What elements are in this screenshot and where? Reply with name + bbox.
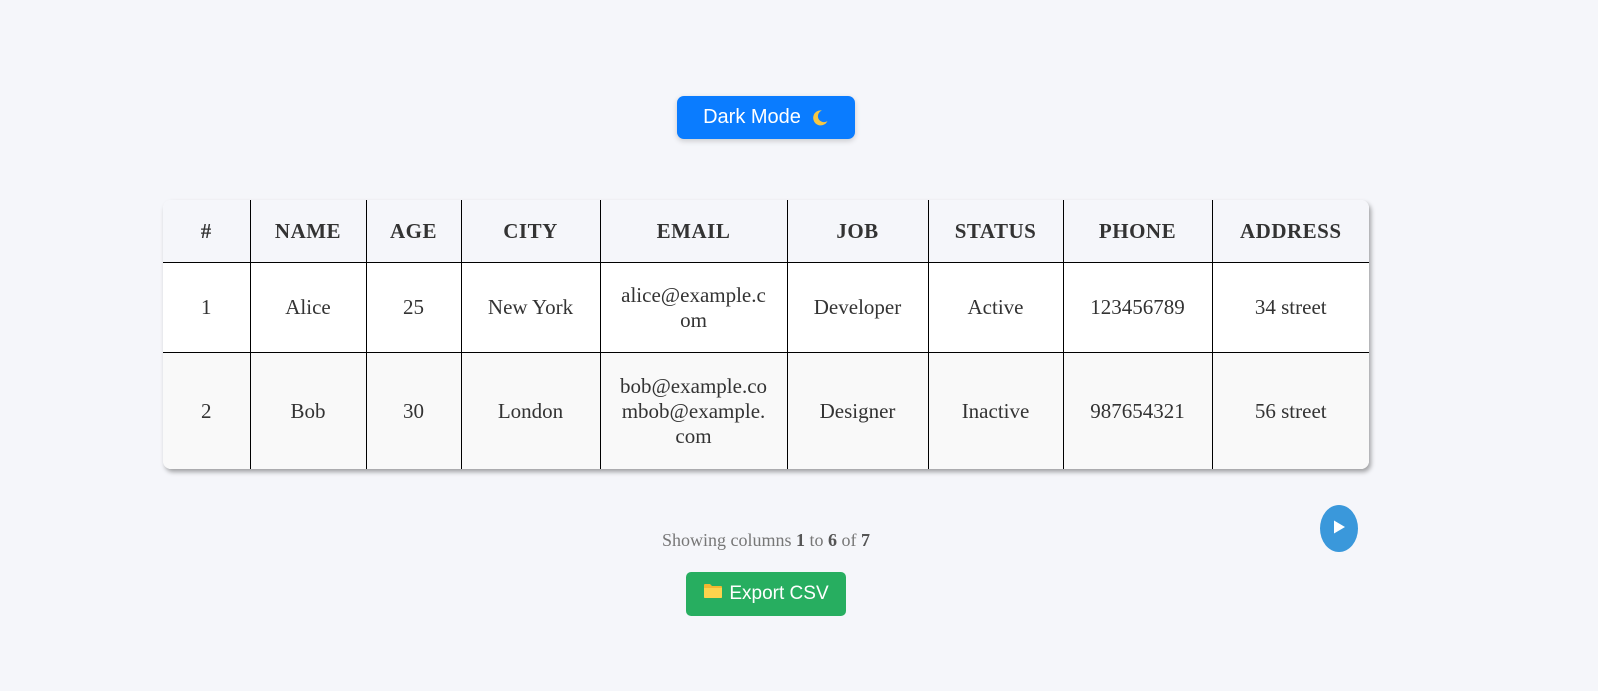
column-header-age[interactable]: AGE	[366, 200, 462, 263]
table-row: 1 Alice 25 New York alice@example.com De…	[163, 262, 1369, 353]
column-header-address[interactable]: ADDRESS	[1212, 200, 1369, 263]
cell-address: 34 street	[1212, 262, 1369, 353]
cell-age: 30	[366, 352, 462, 469]
pagination-of: of	[841, 530, 857, 550]
folder-icon	[703, 582, 723, 606]
column-header-phone[interactable]: PHONE	[1063, 200, 1213, 263]
cell-status: Inactive	[928, 352, 1064, 469]
cell-name: Bob	[250, 352, 367, 469]
pagination-end: 6	[828, 530, 838, 550]
column-header-name[interactable]: NAME	[250, 200, 367, 263]
dark-mode-toggle-button[interactable]: Dark Mode	[677, 96, 855, 139]
pagination-status: Showing columns 1 to 6 of 7	[0, 530, 1532, 551]
cell-city: New York	[461, 262, 601, 353]
cell-city: London	[461, 352, 601, 469]
column-header-index[interactable]: #	[163, 200, 251, 263]
pagination-total: 7	[861, 530, 871, 550]
cell-address: 56 street	[1212, 352, 1369, 469]
dark-mode-label: Dark Mode	[703, 106, 801, 128]
data-table-container: # NAME AGE CITY EMAIL JOB STATUS PHONE A…	[163, 200, 1369, 469]
cell-status: Active	[928, 262, 1064, 353]
column-header-status[interactable]: STATUS	[928, 200, 1064, 263]
cell-email: alice@example.com	[600, 262, 788, 353]
pagination-to: to	[809, 530, 824, 550]
cell-index: 1	[163, 262, 251, 353]
column-header-email[interactable]: EMAIL	[600, 200, 788, 263]
cell-index: 2	[163, 352, 251, 469]
moon-icon	[811, 109, 829, 127]
cell-phone: 987654321	[1063, 352, 1213, 469]
cell-job: Developer	[787, 262, 929, 353]
cell-name: Alice	[250, 262, 367, 353]
pagination-start: 1	[796, 530, 805, 550]
cell-phone: 123456789	[1063, 262, 1213, 353]
data-table: # NAME AGE CITY EMAIL JOB STATUS PHONE A…	[163, 200, 1369, 469]
cell-age: 25	[366, 262, 462, 353]
export-csv-button[interactable]: Export CSV	[686, 572, 846, 616]
export-csv-label: Export CSV	[729, 583, 829, 604]
table-header-row: # NAME AGE CITY EMAIL JOB STATUS PHONE A…	[163, 200, 1369, 263]
cell-email: bob@example.combob@example.com	[600, 352, 788, 469]
column-header-job[interactable]: JOB	[787, 200, 929, 263]
column-header-city[interactable]: CITY	[461, 200, 601, 263]
page: Dark Mode # NAME AGE CITY EMAIL JOB STAT…	[0, 0, 1598, 691]
pagination-prefix: Showing columns	[661, 530, 792, 550]
cell-job: Designer	[787, 352, 929, 469]
table-row: 2 Bob 30 London bob@example.combob@examp…	[163, 352, 1369, 469]
